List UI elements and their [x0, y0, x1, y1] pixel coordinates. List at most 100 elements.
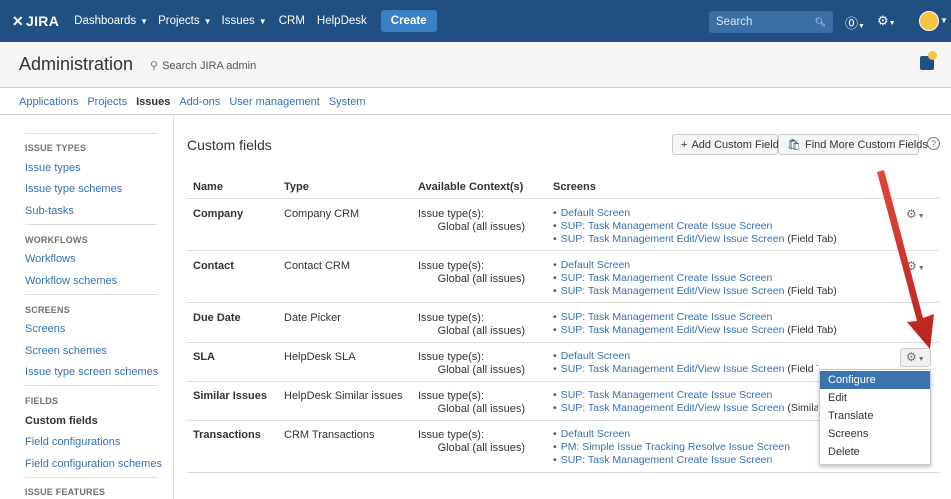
global-search-input[interactable]: Search 🔍︎	[709, 11, 833, 33]
screen-link[interactable]: SUP: Task Management Edit/View Issue Scr…	[561, 285, 785, 297]
admin-header: Administration ⚲ Search JIRA admin	[0, 42, 951, 88]
screen-item: • Default Screen	[553, 259, 631, 271]
help-icon[interactable]: ?	[927, 137, 940, 150]
context-label: Issue type(s):	[418, 312, 485, 324]
column-header-screens: Screens	[553, 181, 596, 193]
tab-issues[interactable]: Issues	[136, 96, 170, 108]
add-custom-field-button[interactable]: + Add Custom Field	[672, 134, 779, 155]
screen-link[interactable]: SUP: Task Management Create Issue Screen	[561, 272, 773, 284]
sidebar-divider	[25, 133, 157, 134]
field-name: Contact	[193, 260, 234, 272]
field-type: Contact CRM	[284, 260, 351, 272]
screen-item: • Default Screen	[553, 428, 631, 440]
find-more-custom-fields-button[interactable]: 🛍︎ Find More Custom Fields	[778, 134, 928, 155]
sidebar-item-screen-schemes[interactable]: Screen schemes	[25, 345, 107, 357]
screen-item: • PM: Simple Issue Tracking Resolve Issue…	[553, 441, 791, 453]
screen-link[interactable]: SUP: Task Management Create Issue Screen	[561, 311, 773, 323]
screen-link[interactable]: Default Screen	[561, 259, 630, 271]
field-type: Date Picker	[284, 312, 341, 324]
screen-link[interactable]: SUP: Task Management Edit/View Issue Scr…	[561, 233, 785, 245]
sidebar-divider	[25, 224, 157, 225]
screen-item: • SUP: Task Management Edit/View Issue Sc…	[553, 363, 818, 375]
tab-projects[interactable]: Projects	[87, 96, 127, 108]
sidebar-section-title: ISSUE FEATURES	[25, 487, 106, 497]
field-type: HelpDesk SLA	[284, 351, 356, 363]
create-button[interactable]: Create	[380, 10, 437, 32]
screen-link[interactable]: Default Screen	[561, 350, 630, 362]
sidebar-item-issue-types[interactable]: Issue types	[25, 162, 81, 174]
screen-link[interactable]: SUP: Task Management Create Issue Screen	[561, 454, 773, 466]
context-label: Issue type(s):	[418, 351, 485, 363]
tab-system[interactable]: System	[329, 96, 366, 108]
sidebar-item-custom-fields[interactable]: Custom fields	[25, 415, 98, 427]
sidebar-item-workflows[interactable]: Workflows	[25, 253, 76, 265]
screen-link[interactable]: SUP: Task Management Create Issue Screen	[561, 220, 773, 232]
nav-issues[interactable]: Issues ▼	[222, 15, 267, 27]
help-menu-icon[interactable]: ⓪▼	[845, 13, 865, 32]
context-label: Issue type(s):	[418, 260, 485, 272]
user-avatar[interactable]	[919, 11, 939, 31]
menu-item-translate[interactable]: Translate	[820, 407, 930, 425]
jira-logo[interactable]: ✕ JIRA	[12, 13, 59, 30]
screen-item: • SUP: Task Management Create Issue Scree…	[553, 272, 773, 284]
menu-item-edit[interactable]: Edit	[820, 389, 930, 407]
tab-applications[interactable]: Applications	[19, 96, 78, 108]
screen-link[interactable]: SUP: Task Management Edit/View Issue Scr…	[561, 402, 785, 414]
table-row-divider	[187, 342, 940, 343]
screen-item: • SUP: Task Management Create Issue Scree…	[553, 311, 773, 323]
nav-crm[interactable]: CRM	[279, 15, 305, 27]
screen-item: • SUP: Task Management Create Issue Scree…	[553, 220, 773, 232]
chevron-down-icon: ▼	[140, 16, 149, 26]
custom-fields-title: Custom fields	[187, 137, 272, 153]
nav-projects[interactable]: Projects ▼	[158, 15, 211, 27]
admin-gear-icon[interactable]: ⚙▼	[877, 13, 896, 29]
table-row-divider	[187, 381, 819, 382]
menu-item-configure[interactable]: Configure	[820, 371, 930, 389]
menu-item-delete[interactable]: Delete	[820, 443, 930, 461]
field-type: CRM Transactions	[284, 429, 375, 441]
menu-item-screens[interactable]: Screens	[820, 425, 930, 443]
row-actions-gear-icon[interactable]: ⚙▼	[906, 350, 925, 364]
nav-dashboards[interactable]: Dashboards ▼	[74, 15, 148, 27]
context-value: Global (all issues)	[437, 221, 525, 233]
column-header-name[interactable]: Name	[193, 181, 223, 193]
sidebar-section-title: FIELDS	[25, 396, 59, 406]
field-name: Company	[193, 208, 244, 220]
context-label: Issue type(s):	[418, 429, 485, 441]
screen-link[interactable]: PM: Simple Issue Tracking Resolve Issue …	[561, 441, 790, 453]
sidebar-item-field-configurations[interactable]: Field configurations	[25, 436, 120, 448]
search-icon: ⚲	[150, 60, 159, 72]
admin-search-input[interactable]: ⚲ Search JIRA admin	[150, 59, 256, 73]
sidebar-divider	[25, 294, 157, 295]
sidebar-section-title: WORKFLOWS	[25, 235, 88, 245]
screen-link[interactable]: SUP: Task Management Create Issue Screen	[561, 389, 773, 401]
row-actions-gear-icon[interactable]: ⚙▼	[906, 259, 925, 273]
field-name: Similar Issues	[193, 390, 267, 402]
screen-item: • SUP: Task Management Edit/View Issue Sc…	[553, 324, 837, 336]
sidebar-item-sub-tasks[interactable]: Sub-tasks	[25, 205, 74, 217]
sidebar-section-title: ISSUE TYPES	[25, 143, 87, 153]
sidebar-item-screens[interactable]: Screens	[25, 323, 65, 335]
screen-item: • Default Screen	[553, 207, 631, 219]
row-actions-gear-icon[interactable]: ⚙▼	[906, 207, 925, 221]
screen-item: • SUP: Task Management Edit/View Issue Sc…	[553, 285, 837, 297]
context-value: Global (all issues)	[437, 325, 525, 337]
context-value: Global (all issues)	[437, 403, 525, 415]
screen-link[interactable]: Default Screen	[561, 207, 630, 219]
screen-link[interactable]: SUP: Task Management Edit/View Issue Scr…	[561, 363, 785, 375]
context-label: Issue type(s):	[418, 390, 485, 402]
sidebar-item-issue-type-schemes[interactable]: Issue type schemes	[25, 183, 122, 195]
screen-link[interactable]: SUP: Task Management Edit/View Issue Scr…	[561, 324, 785, 336]
field-name: SLA	[193, 351, 215, 363]
sidebar-divider	[25, 477, 157, 478]
nav-helpdesk[interactable]: HelpDesk	[317, 15, 367, 27]
sidebar-item-issue-type-screen-schemes[interactable]: Issue type screen schemes	[25, 366, 158, 378]
tab-user-management[interactable]: User management	[229, 96, 320, 108]
sidebar-item-workflow-schemes[interactable]: Workflow schemes	[25, 275, 117, 287]
jira-logo-icon: ✕	[12, 12, 25, 29]
tab-add-ons[interactable]: Add-ons	[179, 96, 220, 108]
screen-item: • SUP: Task Management Create Issue Scree…	[553, 454, 773, 466]
screen-link[interactable]: Default Screen	[561, 428, 630, 440]
sidebar-item-field-configuration-schemes[interactable]: Field configuration schemes	[25, 458, 162, 470]
field-type: Company CRM	[284, 208, 360, 220]
